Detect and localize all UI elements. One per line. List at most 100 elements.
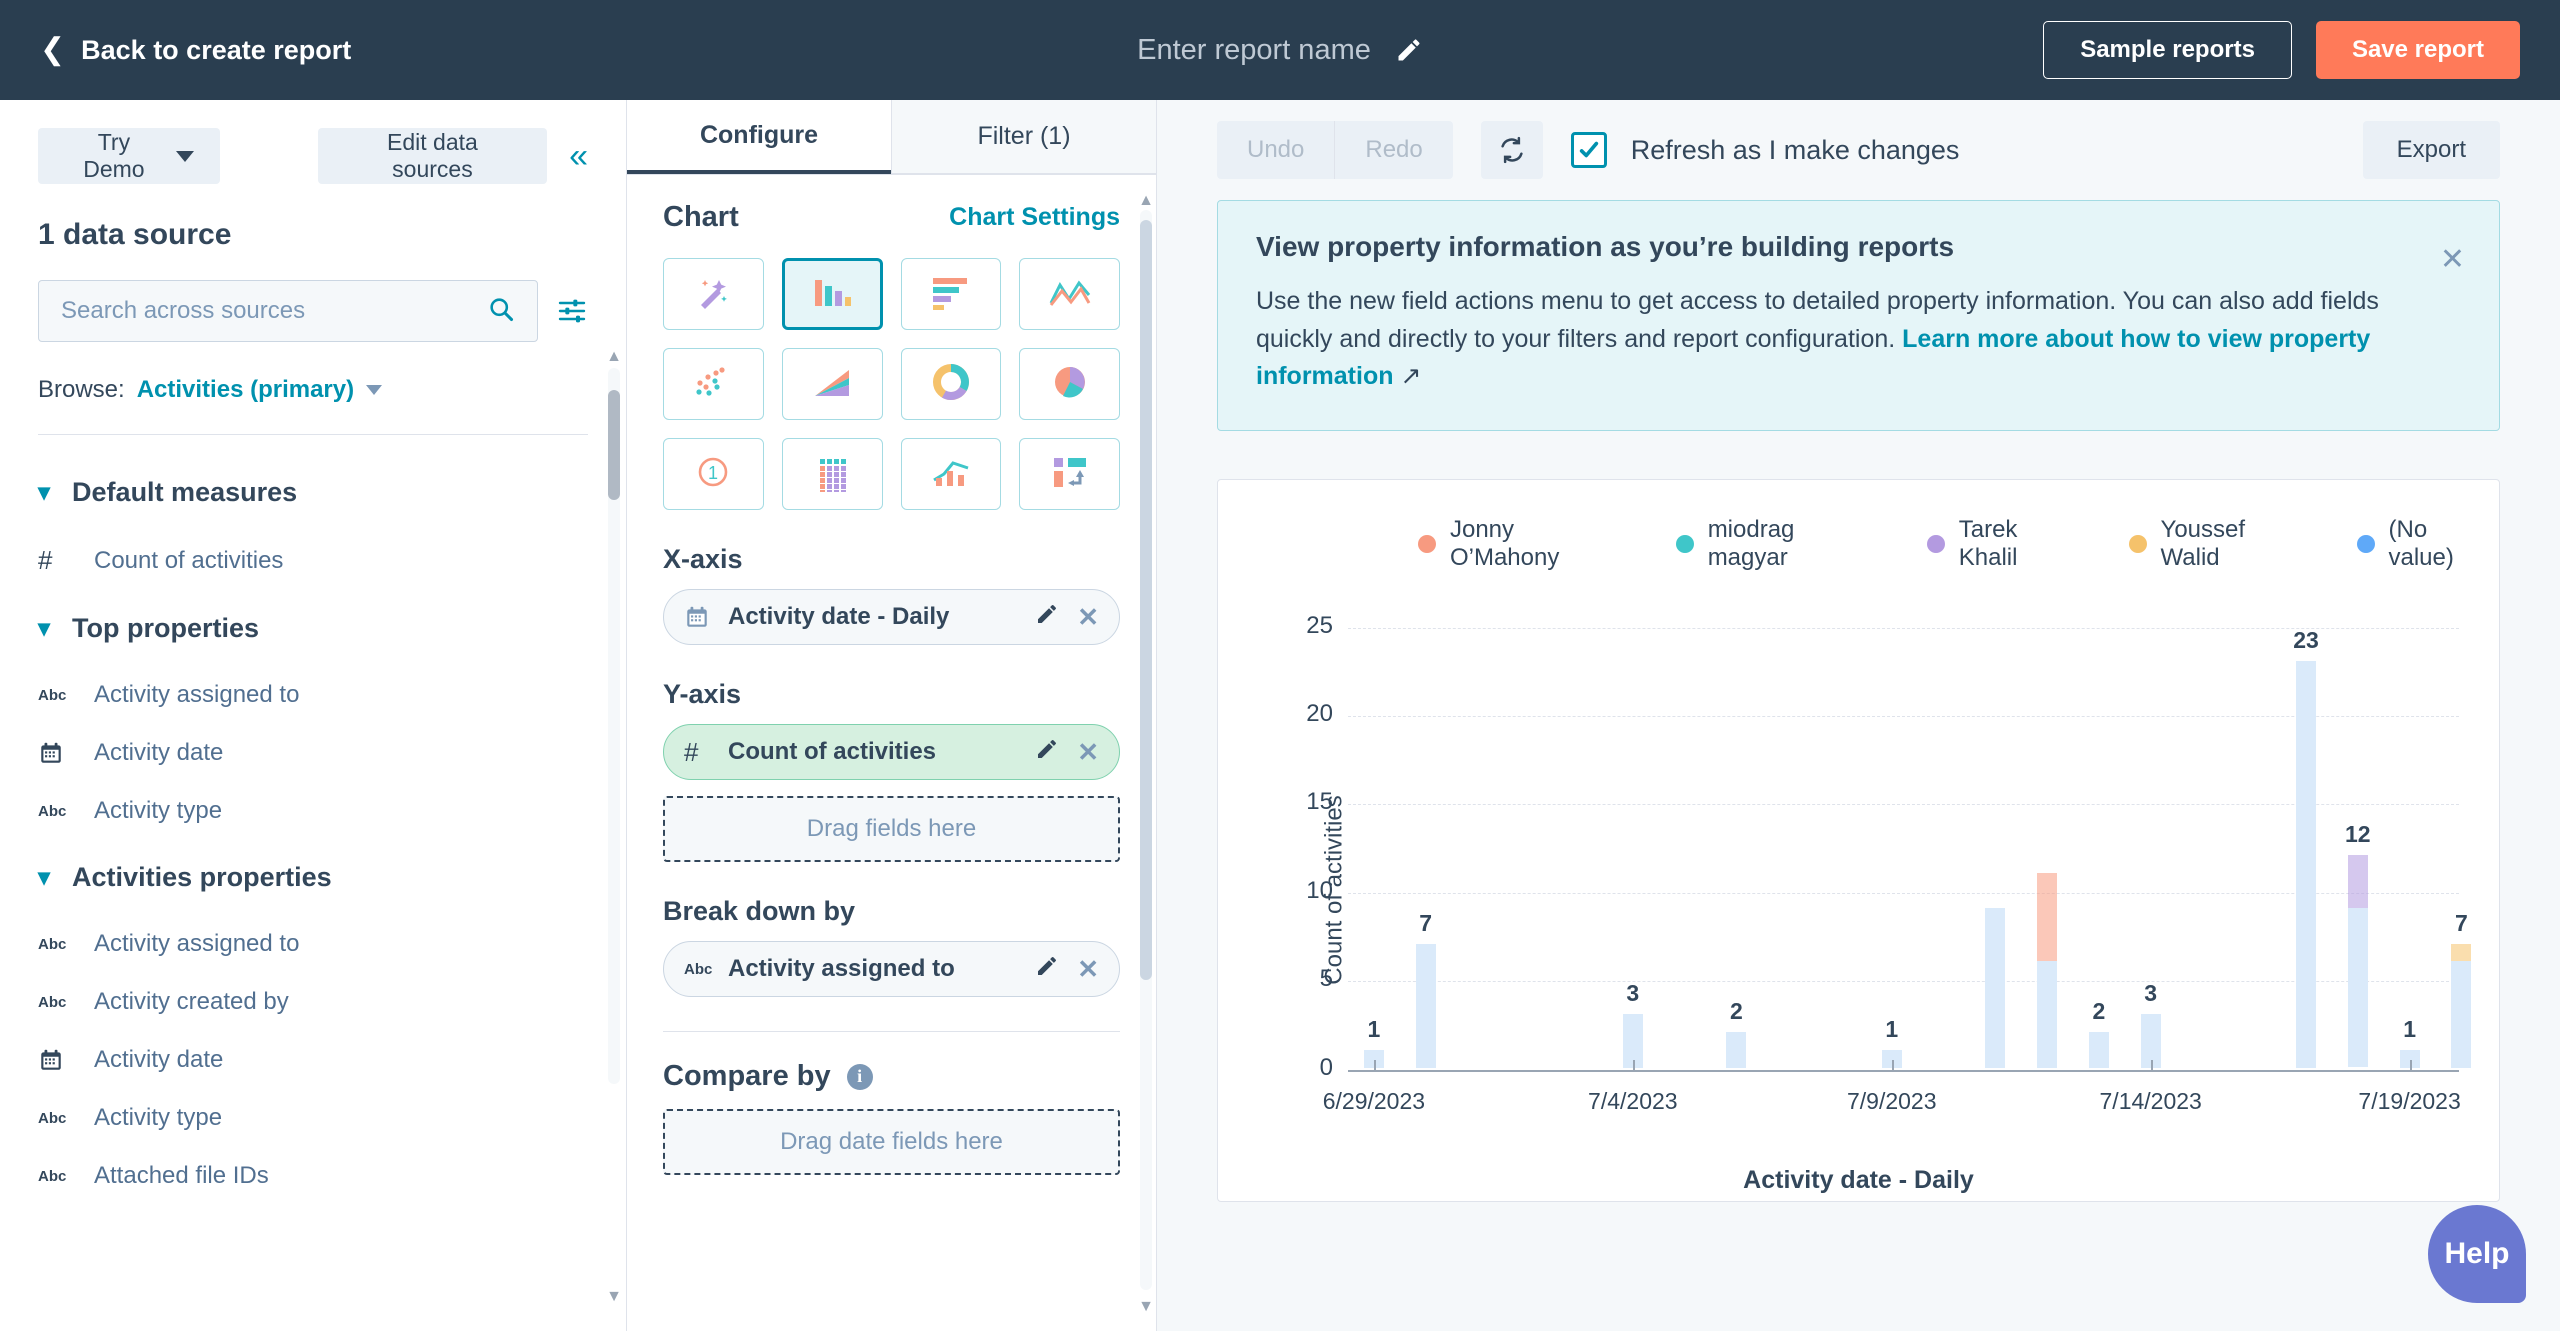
undo-button[interactable]: Undo	[1217, 121, 1336, 179]
chart-type-scatter-chart[interactable]	[663, 348, 764, 420]
chart-type-combo-chart[interactable]	[900, 438, 1002, 510]
property-group-header[interactable]: ▾ Top properties	[38, 591, 588, 666]
chart-type-pivot-table[interactable]	[781, 438, 883, 510]
report-name-input[interactable]: Enter report name	[1137, 34, 1371, 67]
scroll-up-arrow[interactable]: ▲	[606, 348, 622, 366]
property-list-item[interactable]: Abc Attached file IDs	[38, 1147, 588, 1205]
legend-item[interactable]: Youssef Walid	[2128, 516, 2311, 572]
help-button[interactable]: Help	[2428, 1205, 2526, 1303]
y-axis-tick-label: 25	[1306, 611, 1333, 639]
property-list-item[interactable]: Abc Activity type	[38, 1089, 588, 1147]
chart-type-magic-wand[interactable]	[663, 258, 764, 330]
edit-data-sources-button[interactable]: Edit data sources	[317, 128, 548, 184]
chart-settings-link[interactable]: Chart Settings	[949, 203, 1120, 232]
scatter-chart-icon	[692, 364, 734, 405]
chart-type-funnel-chart[interactable]	[1019, 438, 1120, 510]
edit-breakdown-icon[interactable]	[1035, 954, 1059, 985]
legend-item[interactable]: Jonny O’Mahony	[1418, 516, 1630, 572]
property-list-item[interactable]: Activity date	[38, 1031, 588, 1089]
x-axis-field-label: Activity date - Daily	[728, 603, 950, 630]
y-axis-dropzone[interactable]: Drag fields here	[663, 796, 1120, 862]
collapse-panel-icon[interactable]: «	[569, 139, 588, 173]
remove-y-axis-icon[interactable]: ✕	[1077, 739, 1099, 765]
x-axis-field-chip[interactable]: Activity date - Daily ✕	[663, 589, 1120, 645]
donut-chart-icon	[931, 362, 971, 407]
breakdown-field-chip[interactable]: Abc Activity assigned to ✕	[663, 941, 1120, 997]
remove-x-axis-icon[interactable]: ✕	[1077, 604, 1099, 630]
edit-y-axis-icon[interactable]	[1035, 737, 1059, 768]
bar-segment	[2037, 873, 2058, 962]
tab-filter[interactable]: Filter (1)	[891, 100, 1156, 174]
property-list-item[interactable]: Abc Activity type	[38, 782, 588, 840]
back-link-label: Back to create report	[81, 34, 352, 65]
export-button[interactable]: Export	[2362, 121, 2500, 179]
x-axis-tick-label: 7/19/2023	[2358, 1087, 2461, 1114]
bar[interactable]: 23	[2293, 627, 2319, 1068]
chart-type-grid: 1	[663, 258, 1120, 510]
sample-reports-button[interactable]: Sample reports	[2043, 21, 2292, 79]
search-icon[interactable]	[487, 295, 515, 328]
property-list-item[interactable]: # Count of activities	[38, 530, 588, 591]
calendar-icon	[38, 1047, 68, 1073]
search-input[interactable]	[61, 297, 487, 325]
redo-button[interactable]: Redo	[1335, 121, 1453, 179]
legend-item[interactable]: miodrag magyar	[1675, 516, 1881, 572]
scroll-down-arrow[interactable]: ▼	[606, 1288, 622, 1306]
sidebar-scrollbar-thumb[interactable]	[608, 390, 620, 500]
app-header: ❮ Back to create report Enter report nam…	[0, 0, 2560, 100]
compare-by-dropzone[interactable]: Drag date fields here	[663, 1109, 1120, 1175]
external-link-icon[interactable]: ↗	[1394, 362, 1421, 390]
filter-settings-icon[interactable]	[556, 295, 588, 327]
back-to-create-report-link[interactable]: ❮ Back to create report	[40, 35, 351, 66]
data-source-count: 1 data source	[38, 218, 232, 251]
bar[interactable]	[1985, 908, 2006, 1068]
chart-type-line-chart[interactable]	[1019, 258, 1120, 330]
bar[interactable]	[2037, 873, 2058, 1068]
scroll-down-arrow[interactable]: ▼	[1138, 1298, 1154, 1316]
property-list-item[interactable]: Abc Activity assigned to	[38, 666, 588, 724]
chart-type-vertical-bar-chart[interactable]	[781, 258, 883, 330]
chart-type-pie-chart[interactable]	[1019, 348, 1120, 420]
chart-type-horizontal-bar-chart[interactable]	[900, 258, 1002, 330]
legend-item[interactable]: (No value)	[2356, 516, 2499, 572]
save-report-button[interactable]: Save report	[2315, 21, 2520, 79]
scroll-up-arrow[interactable]: ▲	[1138, 192, 1154, 210]
chevron-down-icon: ▾	[38, 478, 51, 506]
bar[interactable]: 2	[2088, 998, 2109, 1068]
bar[interactable]: 2	[1726, 998, 1747, 1068]
bar[interactable]: 12	[2345, 821, 2371, 1068]
configure-scrollbar-thumb[interactable]	[1140, 220, 1152, 980]
refresh-checkbox[interactable]	[1570, 132, 1607, 168]
edit-report-name-icon[interactable]	[1395, 36, 1423, 64]
chart-type-donut-chart[interactable]	[900, 348, 1002, 420]
search-box[interactable]	[38, 280, 538, 342]
property-list-item[interactable]: Abc Activity assigned to	[38, 915, 588, 973]
browse-label: Browse:	[38, 376, 125, 403]
info-icon[interactable]: i	[846, 1063, 873, 1090]
bar-value-label: 1	[1885, 1015, 1899, 1042]
browse-value[interactable]: Activities (primary)	[137, 376, 354, 404]
remove-breakdown-icon[interactable]: ✕	[1077, 956, 1099, 982]
bar-segment	[2347, 908, 2368, 1068]
legend-item[interactable]: Tarek Khalil	[1926, 516, 2083, 572]
property-group-header[interactable]: ▾ Activities properties	[38, 840, 588, 915]
line-chart-icon	[1049, 275, 1091, 314]
tab-configure[interactable]: Configure	[627, 100, 891, 174]
y-axis-field-chip[interactable]: # Count of activities ✕	[663, 724, 1120, 780]
try-demo-button[interactable]: Try Demo	[38, 128, 220, 184]
property-list-item[interactable]: Abc Activity created by	[38, 973, 588, 1031]
edit-x-axis-icon[interactable]	[1035, 602, 1059, 633]
chart-type-single-value[interactable]: 1	[663, 438, 764, 510]
close-icon[interactable]: ✕	[2440, 245, 2465, 275]
y-axis-tick-label: 20	[1306, 699, 1333, 727]
vertical-bar-chart-icon	[811, 272, 853, 317]
configure-panel: Configure Filter (1) Chart Chart Setting…	[627, 100, 1157, 1331]
chart-type-area-chart[interactable]	[781, 348, 883, 420]
calendar-icon	[684, 604, 714, 630]
property-group-header[interactable]: ▾ Default measures	[38, 455, 588, 530]
bar[interactable]: 7	[1415, 910, 1436, 1068]
bar[interactable]: 7	[2451, 910, 2472, 1068]
property-list-item[interactable]: Activity date	[38, 724, 588, 782]
chevron-down-icon[interactable]	[366, 385, 383, 395]
refresh-button[interactable]	[1480, 121, 1543, 179]
